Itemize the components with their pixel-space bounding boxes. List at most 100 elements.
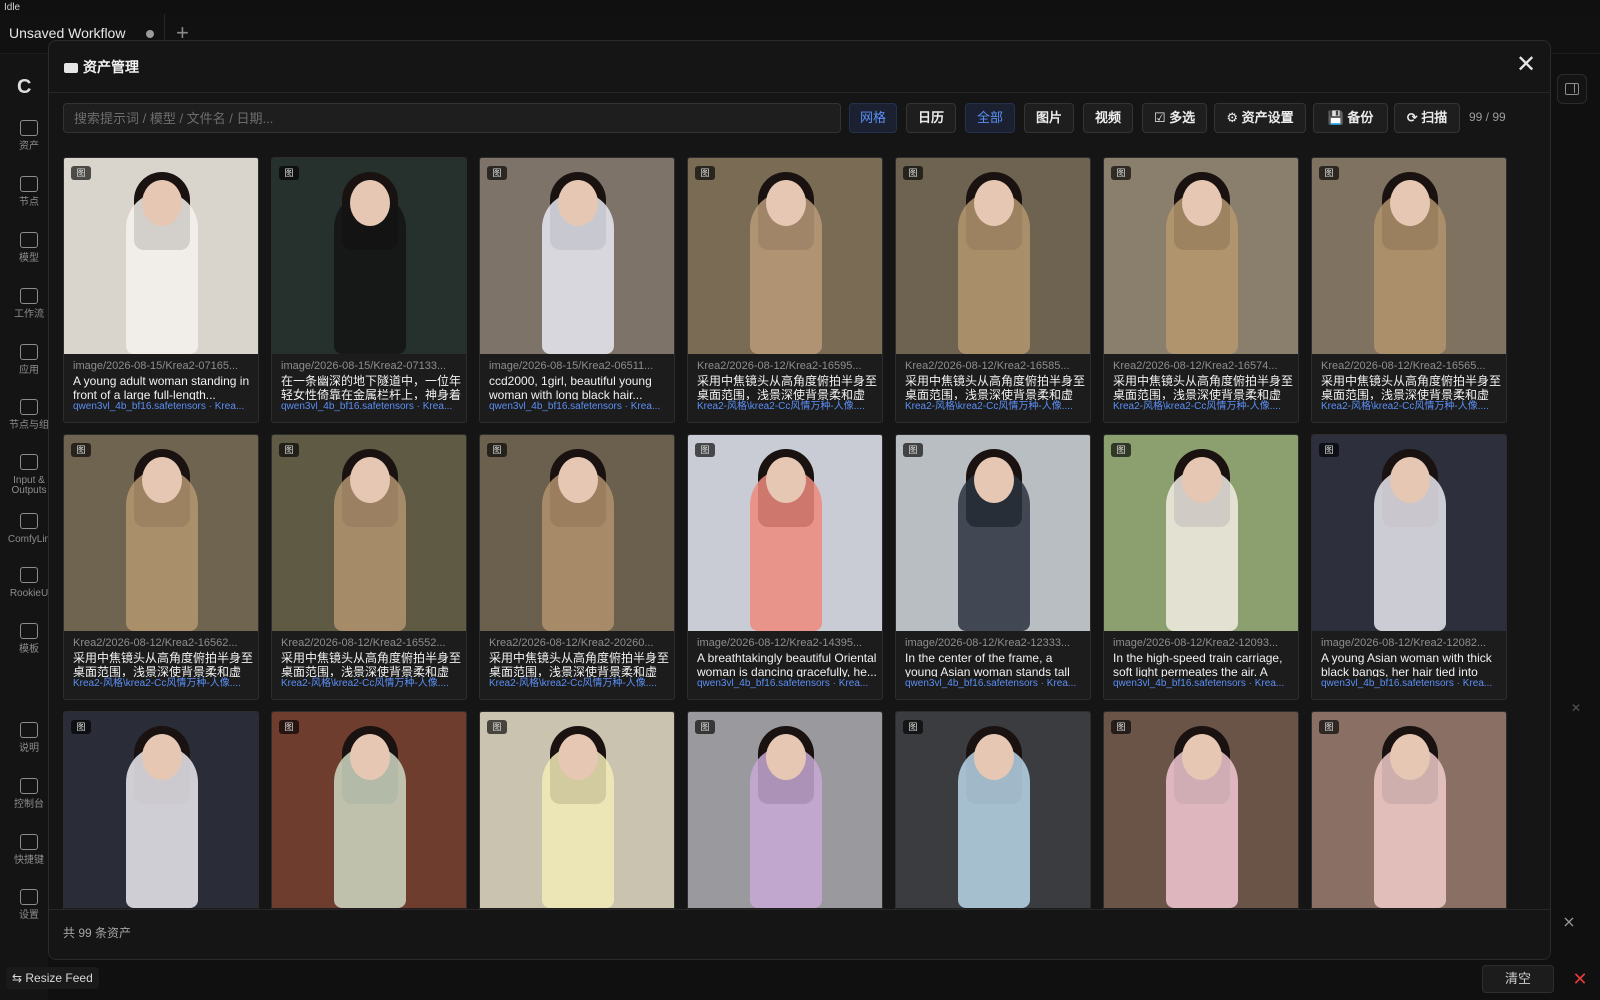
asset-meta: image/2026-08-12/Krea2-14395... A breatht… (697, 636, 877, 691)
asset-card[interactable]: 图 image/2026-08-15/Krea2-07165... A young … (63, 157, 259, 423)
right-panel-close-icon[interactable]: ✕ (1571, 701, 1581, 715)
help-icon (20, 722, 38, 738)
asset-thumbnail[interactable]: 图 (1312, 158, 1506, 354)
filter-all-button[interactable]: 全部 (965, 103, 1015, 133)
asset-thumbnail[interactable]: 图 (688, 435, 882, 631)
filter-video-button[interactable]: 视频 (1083, 103, 1133, 133)
node-group-icon (20, 399, 38, 415)
asset-toolbar: 网格 日历 全部 图片 视频 ☑ 多选 ⚙ 资产设置 💾 备份 ⟳ 扫描 99 … (63, 103, 1543, 133)
asset-card[interactable]: 图 image/2026-08-12/Krea2-12093... In the h… (1103, 434, 1299, 700)
clear-button[interactable]: 清空 (1482, 965, 1554, 993)
asset-card[interactable]: 图 image/2026-08-12/Krea2-12082... A young … (1311, 434, 1507, 700)
asset-thumbnail[interactable]: 图 (480, 158, 674, 354)
asset-manager-dialog: 资产管理 ✕ 网格 日历 全部 图片 视频 ☑ 多选 ⚙ 资产设置 💾 备份 ⟳… (48, 40, 1551, 960)
unsaved-dot-icon (146, 30, 154, 38)
asset-thumbnail[interactable]: 图 (688, 712, 882, 908)
thumbnail-head (350, 457, 390, 503)
image-type-badge: 图 (71, 166, 91, 180)
image-type-badge: 图 (487, 166, 507, 180)
asset-thumbnail[interactable]: 图 (64, 435, 258, 631)
clear-panel-icon[interactable]: ⨯ (1556, 910, 1582, 936)
asset-thumbnail[interactable]: 图 (272, 435, 466, 631)
asset-meta: Krea2/2026-08-12/Krea2-16565... 采用中焦镜头从高角… (1321, 359, 1501, 414)
asset-thumbnail[interactable]: 图 (1312, 435, 1506, 631)
asset-card[interactable]: 图 Krea2/2026-08-12/Krea2-16595... 采用中焦镜头从高… (687, 157, 883, 423)
thumbnail-head (1182, 734, 1222, 780)
link-icon (20, 513, 38, 529)
multiselect-button[interactable]: ☑ 多选 (1142, 103, 1207, 133)
thumbnail-head (142, 180, 182, 226)
thumbnail-head (142, 457, 182, 503)
asset-thumbnail[interactable]: 图 (272, 158, 466, 354)
close-icon[interactable]: ✕ (1513, 53, 1539, 79)
asset-path: image/2026-08-12/Krea2-12333... (905, 637, 1071, 649)
asset-thumbnail[interactable]: 图 (1104, 712, 1298, 908)
dialog-footer: 共 99 条资产 (49, 909, 1550, 959)
image-type-badge: 图 (1111, 166, 1131, 180)
image-type-badge: 图 (71, 443, 91, 457)
asset-model: qwen3vl_4b_bf16.safetensors · Krea... (1113, 678, 1285, 689)
asset-card[interactable]: 图 image/2026-08-12/Krea2-14395... A breath… (687, 434, 883, 700)
image-type-badge: 图 (1111, 443, 1131, 457)
filter-image-button[interactable]: 图片 (1024, 103, 1074, 133)
asset-card[interactable]: 图 Krea2/2026-08-12/Krea2-16562... 采用中焦镜头从高… (63, 434, 259, 700)
asset-thumbnail[interactable]: 图 (272, 712, 466, 908)
thumbnail-head (350, 734, 390, 780)
asset-thumbnail[interactable]: 图 (480, 712, 674, 908)
asset-thumbnail[interactable]: 图 (896, 435, 1090, 631)
asset-model: Krea2-风格\krea2-Cc风情万种-人像.... (697, 401, 865, 412)
asset-thumbnail[interactable]: 图 (1104, 158, 1298, 354)
image-type-badge: 图 (1319, 443, 1339, 457)
thumbnail-head (766, 734, 806, 780)
asset-path: Krea2/2026-08-12/Krea2-16552... (281, 637, 446, 649)
asset-card[interactable]: 图 Krea2/2026-08-12/Krea2-16585... 采用中焦镜头从高… (895, 157, 1091, 423)
asset-card[interactable]: 图 Krea2/2026-08-12/Krea2-16565... 采用中焦镜头从高… (1311, 157, 1507, 423)
asset-card[interactable]: 图 image/2026-08-12/Krea2-12333... In the c… (895, 434, 1091, 700)
asset-card[interactable]: 图 image/2026-08-15/Krea2-07133... 在一条幽深的地下… (271, 157, 467, 423)
dialog-header: 资产管理 ✕ (49, 41, 1550, 93)
image-type-badge: 图 (71, 720, 91, 734)
folder-icon (64, 63, 78, 73)
asset-card[interactable]: 图 image/2026-08-15/Krea2-06511... ccd2000,… (479, 157, 675, 423)
backup-button[interactable]: 💾 备份 (1313, 103, 1388, 133)
asset-thumbnail[interactable]: 图 (688, 158, 882, 354)
close-feed-icon[interactable]: ✕ (1566, 965, 1594, 993)
asset-thumbnail[interactable]: 图 (1312, 712, 1506, 908)
model-icon (20, 232, 38, 248)
asset-meta: Krea2/2026-08-12/Krea2-16552... 采用中焦镜头从高角… (281, 636, 461, 691)
view-grid-button[interactable]: 网格 (849, 103, 897, 133)
image-type-badge: 图 (279, 720, 299, 734)
asset-thumbnail[interactable]: 图 (896, 158, 1090, 354)
asset-card[interactable]: 图 Krea2/2026-08-12/Krea2-20260... 采用中焦镜头从高… (479, 434, 675, 700)
asset-model: Krea2-风格\krea2-Cc风情万种-人像.... (1321, 401, 1489, 412)
image-type-badge: 图 (695, 443, 715, 457)
scan-button[interactable]: ⟳ 扫描 (1394, 103, 1460, 133)
thumbnail-head (558, 457, 598, 503)
right-panel-toggle-icon[interactable] (1557, 74, 1587, 104)
thumbnail-head (1182, 180, 1222, 226)
asset-meta: image/2026-08-15/Krea2-06511... ccd2000, … (489, 359, 669, 414)
asset-thumbnail[interactable]: 图 (896, 712, 1090, 908)
asset-thumbnail[interactable]: 图 (64, 158, 258, 354)
asset-thumbnail[interactable]: 图 (480, 435, 674, 631)
asset-model: Krea2-风格\krea2-Cc风情万种-人像.... (281, 678, 449, 689)
asset-prompt: A breathtakingly beautiful Oriental woma… (697, 651, 877, 677)
view-calendar-button[interactable]: 日历 (906, 103, 956, 133)
asset-meta: image/2026-08-15/Krea2-07133... 在一条幽深的地下隧… (281, 359, 461, 414)
left-sidebar: C 资产 节点 模型 工作流 应用 节点与组 Input & Outputs ComfyLin… (0, 54, 50, 1000)
asset-prompt: A young Asian woman with thick black ban… (1321, 651, 1492, 677)
asset-card[interactable]: 图 Krea2/2026-08-12/Krea2-16574... 采用中焦镜头从高… (1103, 157, 1299, 423)
asset-meta: Krea2/2026-08-12/Krea2-16595... 采用中焦镜头从高角… (697, 359, 877, 414)
asset-meta: image/2026-08-12/Krea2-12082... A young A… (1321, 636, 1501, 691)
asset-thumbnail[interactable]: 图 (1104, 435, 1298, 631)
resize-feed-button[interactable]: ⇆ Resize Feed (6, 967, 99, 989)
asset-settings-button[interactable]: ⚙ 资产设置 (1214, 103, 1306, 133)
asset-card[interactable]: 图 Krea2/2026-08-12/Krea2-16552... 采用中焦镜头从高… (271, 434, 467, 700)
asset-model: Krea2-风格\krea2-Cc风情万种-人像.... (905, 401, 1073, 412)
asset-thumbnail[interactable]: 图 (64, 712, 258, 908)
search-input[interactable] (63, 103, 841, 133)
asset-prompt: 采用中焦镜头从高角度俯拍半身至桌面范围，浅景深使背景柔和虚化... (281, 651, 461, 677)
image-type-badge: 图 (279, 443, 299, 457)
dialog-title: 资产管理 (64, 57, 139, 77)
asset-prompt: A young adult woman standing in front of… (73, 374, 250, 400)
